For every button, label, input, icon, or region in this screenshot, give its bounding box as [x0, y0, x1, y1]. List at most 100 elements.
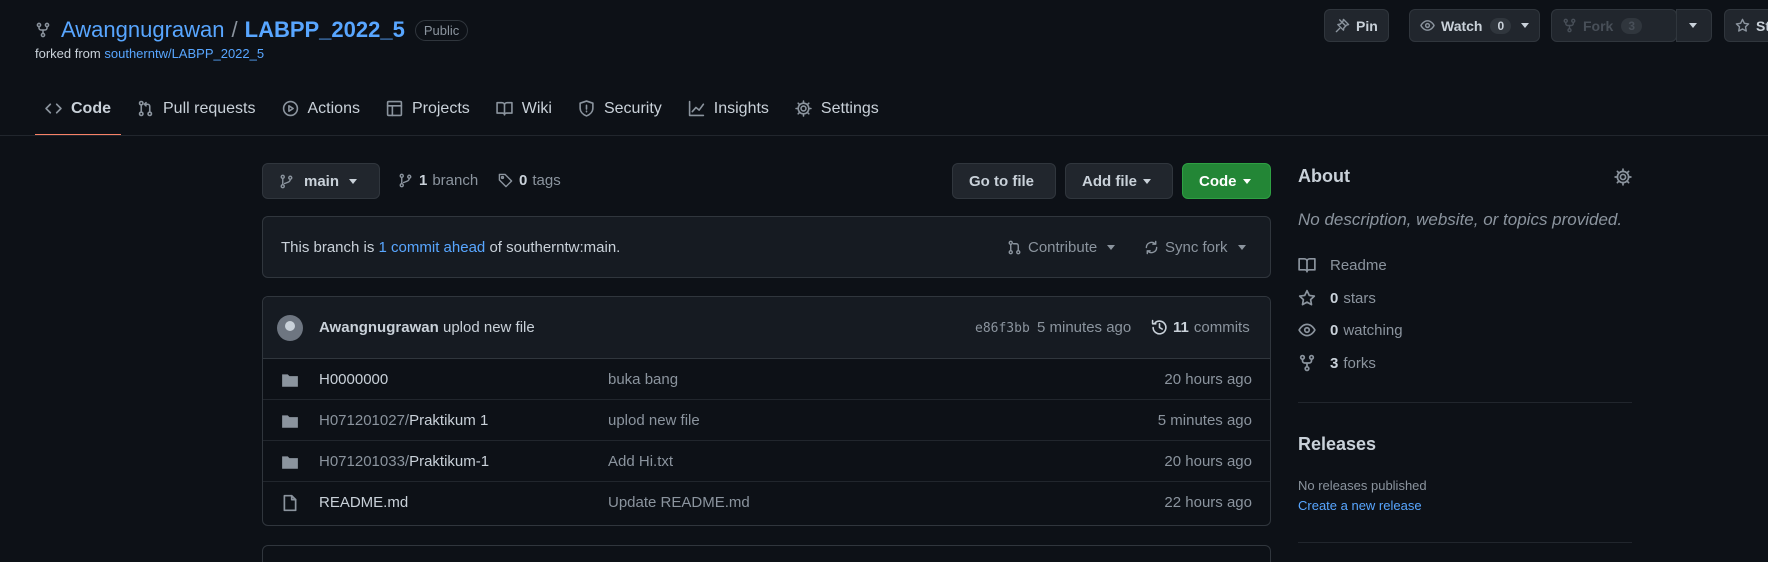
tab-security[interactable]: Security	[568, 88, 672, 136]
star-button[interactable]: Sta	[1724, 9, 1768, 42]
tag-label: tags	[532, 172, 561, 189]
branch-select-button[interactable]: main	[262, 163, 380, 199]
watching-count: 0	[1330, 321, 1339, 339]
avatar[interactable]	[277, 315, 303, 341]
file-name[interactable]: H071201027/Praktikum 1	[319, 412, 488, 429]
file-row[interactable]: H071201033/Praktikum-1 Add Hi.txt 20 hou…	[263, 441, 1270, 482]
star-icon	[1735, 18, 1750, 33]
watch-label: Watch	[1441, 17, 1483, 34]
go-to-file-button[interactable]: Go to file	[952, 163, 1056, 199]
tab-pull-requests[interactable]: Pull requests	[127, 88, 266, 136]
tab-settings[interactable]: Settings	[785, 88, 889, 136]
readme-link[interactable]: Readme	[1298, 256, 1387, 274]
watch-count: 0	[1490, 17, 1512, 34]
file-commit-message[interactable]: uplod new file	[608, 412, 700, 429]
branch-name: main	[304, 172, 340, 190]
pull-request-icon	[1007, 240, 1022, 255]
book-icon	[496, 100, 513, 117]
contribute-button[interactable]: Contribute	[1007, 239, 1116, 256]
play-icon	[282, 100, 299, 117]
releases-title[interactable]: Releases	[1298, 434, 1376, 455]
chevron-down-icon	[1521, 23, 1530, 28]
eye-icon	[1420, 18, 1435, 33]
eye-icon	[1298, 321, 1316, 339]
repo-name-link[interactable]: LABPP_2022_5	[245, 17, 405, 43]
watch-button[interactable]: Watch 0	[1409, 9, 1541, 42]
file-row[interactable]: README.md Update README.md 22 hours ago	[263, 482, 1270, 523]
commit-message[interactable]: uplod new file	[443, 319, 535, 336]
readme-box	[262, 545, 1271, 562]
sidebar-divider	[1298, 542, 1632, 543]
tab-insights[interactable]: Insights	[678, 88, 779, 136]
file-row[interactable]: H071201027/Praktikum 1 uplod new file 5 …	[263, 400, 1270, 441]
file-row[interactable]: H0000000 buka bang 20 hours ago	[263, 359, 1270, 400]
tab-label: Projects	[411, 100, 470, 117]
commit-author[interactable]: Awangnugrawan	[319, 319, 439, 336]
tab-code[interactable]: Code	[35, 88, 121, 136]
file-commit-message[interactable]: Add Hi.txt	[608, 453, 673, 470]
book-icon	[1298, 256, 1316, 274]
tab-actions[interactable]: Actions	[272, 88, 370, 136]
tabs-divider	[0, 135, 1768, 136]
tag-icon	[498, 173, 513, 188]
code-button[interactable]: Code	[1182, 163, 1271, 199]
git-branch-icon	[398, 173, 413, 188]
commit-count: 11	[1173, 319, 1189, 336]
watching-link[interactable]: 0 watching	[1298, 321, 1403, 339]
forked-from-line: forked from southerntw/LABPP_2022_5	[35, 46, 264, 61]
forks-label: forks	[1343, 354, 1376, 372]
commit-hash[interactable]: e86f3bb	[975, 321, 1030, 336]
tab-wiki[interactable]: Wiki	[486, 88, 562, 136]
ahead-suffix: of southerntw:main.	[489, 239, 621, 256]
file-name[interactable]: H071201033/Praktikum-1	[319, 453, 489, 470]
branch-count: 1	[419, 172, 428, 189]
folder-icon	[281, 412, 299, 430]
stars-label: stars	[1343, 289, 1376, 307]
chevron-down-icon	[1107, 245, 1116, 250]
go-to-file-label: Go to file	[969, 172, 1034, 190]
commits-link[interactable]: 11 commits	[1151, 319, 1250, 336]
forked-from-link[interactable]: southerntw/LABPP_2022_5	[104, 46, 264, 61]
fork-label: Fork	[1583, 17, 1614, 34]
git-branch-icon	[279, 174, 294, 189]
chevron-down-icon	[349, 178, 358, 184]
commit-count-label: commits	[1193, 319, 1250, 336]
fork-count: 3	[1621, 17, 1643, 34]
file-commit-time: 20 hours ago	[1164, 453, 1252, 470]
tab-label: Actions	[307, 100, 360, 117]
add-file-button[interactable]: Add file	[1065, 163, 1173, 199]
file-name[interactable]: README.md	[319, 494, 408, 511]
chevron-down-icon	[1143, 178, 1151, 184]
tags-link[interactable]: 0 tags	[498, 172, 561, 189]
repo-tabs: Code Pull requests Actions Projects Wiki…	[35, 88, 895, 136]
gear-icon[interactable]	[1614, 168, 1632, 186]
fork-icon	[1562, 18, 1577, 33]
pin-button[interactable]: Pin	[1324, 9, 1389, 42]
folder-icon	[281, 371, 299, 389]
stars-count: 0	[1330, 289, 1339, 307]
tab-label: Wiki	[521, 100, 552, 117]
file-commit-time: 20 hours ago	[1164, 371, 1252, 388]
commits-ahead-link[interactable]: 1 commit ahead	[379, 239, 486, 256]
star-label: Sta	[1756, 17, 1768, 34]
file-name[interactable]: H0000000	[319, 371, 388, 388]
fork-dropdown-button[interactable]	[1676, 9, 1712, 42]
file-commit-message[interactable]: Update README.md	[608, 494, 750, 511]
sync-fork-button[interactable]: Sync fork	[1144, 239, 1246, 256]
fork-button[interactable]: Fork 3	[1551, 9, 1677, 42]
branches-link[interactable]: 1 branch	[398, 172, 478, 189]
sync-fork-label: Sync fork	[1165, 239, 1228, 256]
file-commit-message[interactable]: buka bang	[608, 371, 678, 388]
graph-icon	[688, 100, 705, 117]
tab-label: Security	[603, 100, 662, 117]
repo-forked-icon	[35, 22, 51, 38]
tab-projects[interactable]: Projects	[376, 88, 480, 136]
sync-icon	[1144, 240, 1159, 255]
forks-link[interactable]: 3 forks	[1298, 354, 1376, 372]
repo-owner-link[interactable]: Awangnugrawan	[61, 17, 225, 43]
create-release-link[interactable]: Create a new release	[1298, 498, 1422, 513]
stars-link[interactable]: 0 stars	[1298, 289, 1376, 307]
branch-ahead-banner: This branch is 1 commit ahead of souther…	[262, 216, 1271, 278]
repo-separator: /	[231, 17, 238, 42]
tab-label: Pull requests	[163, 100, 256, 117]
